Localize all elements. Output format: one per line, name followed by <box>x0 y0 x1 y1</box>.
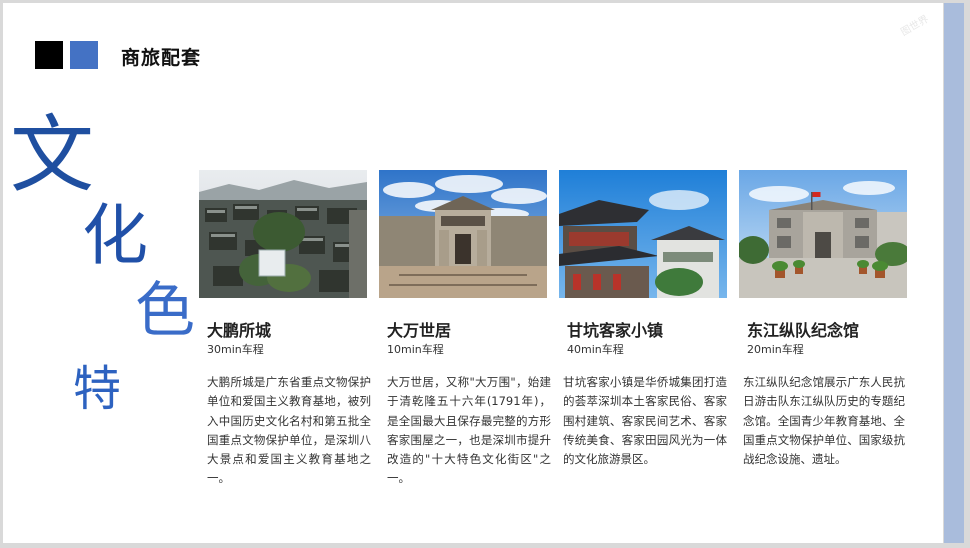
attraction-card: 甘坑客家小镇 40min车程 甘坑客家小镇是华侨城集团打造的荟萃深圳本土客家民俗… <box>559 170 727 466</box>
card-title: 甘坑客家小镇 <box>567 321 664 340</box>
header-square-black <box>35 41 63 69</box>
memorial-hall-photo <box>739 170 907 298</box>
card-description: 大万世居，又称"大万围"，始建于清乾隆五十六年(1791年)，是全国最大且保存最… <box>387 375 551 486</box>
card-title: 东江纵队纪念馆 <box>747 321 860 340</box>
card-drive-time: 30min车程 <box>207 343 264 356</box>
hakka-town-pavilion-photo <box>559 170 727 298</box>
hakka-walled-house-photo <box>379 170 547 298</box>
side-title-char-1: 文 <box>10 106 95 204</box>
side-title-char-2: 化 <box>82 197 148 274</box>
card-description: 大鹏所城是广东省重点文物保护单位和爱国主义教育基地，被列入中国历史文化名村和第五… <box>207 375 371 486</box>
watermark: 图世界 <box>899 13 931 39</box>
card-drive-time: 20min车程 <box>747 343 804 356</box>
card-title: 大万世居 <box>387 321 452 340</box>
page-title: 商旅配套 <box>121 47 202 69</box>
attraction-card: 东江纵队纪念馆 20min车程 东江纵队纪念馆展示广东人民抗日游击队东江纵队历史… <box>739 170 907 466</box>
card-description: 东江纵队纪念馆展示广东人民抗日游击队东江纵队历史的专题纪念馆。全国青少年教育基地… <box>743 375 905 467</box>
attraction-card: 大鹏所城 30min车程 大鹏所城是广东省重点文物保护单位和爱国主义教育基地，被… <box>199 170 371 485</box>
right-accent-bar <box>944 3 964 543</box>
card-title: 大鹏所城 <box>207 321 272 340</box>
right-edge <box>964 0 970 548</box>
card-drive-time: 10min车程 <box>387 343 444 356</box>
aerial-old-town-photo <box>199 170 367 298</box>
header-square-blue <box>70 41 98 69</box>
card-drive-time: 40min车程 <box>567 343 624 356</box>
side-title-char-3: 色 <box>135 276 195 346</box>
attraction-card: 大万世居 10min车程 大万世居，又称"大万围"，始建于清乾隆五十六年(179… <box>379 170 551 485</box>
slide: 商旅配套 图世界 文 化 色 特 大鹏所城 30min车程 大鹏所城是广东省重点… <box>3 3 943 543</box>
card-description: 甘坑客家小镇是华侨城集团打造的荟萃深圳本土客家民俗、客家围村建筑、客家民间艺术、… <box>563 375 727 467</box>
side-title-char-4: 特 <box>73 361 122 417</box>
